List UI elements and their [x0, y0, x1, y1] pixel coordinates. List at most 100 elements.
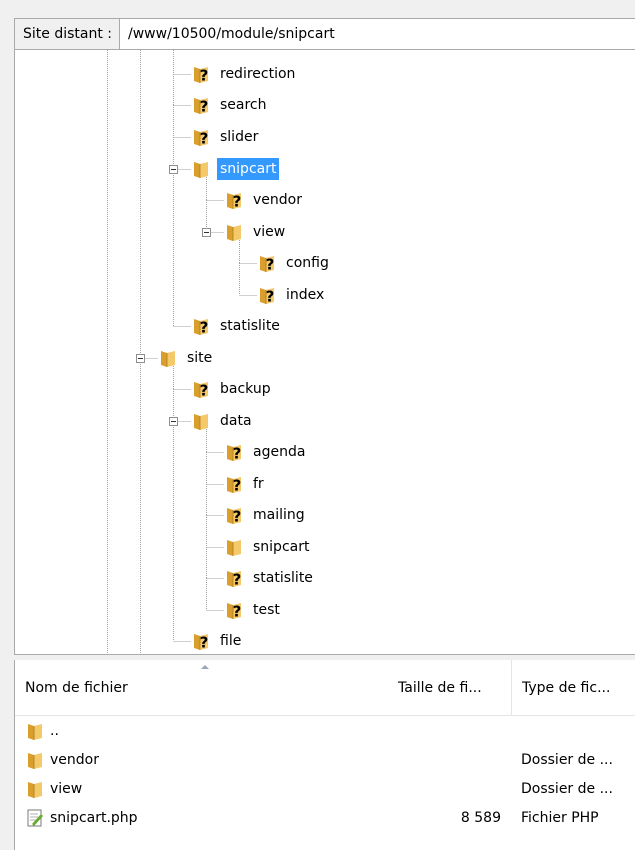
tree-node-label: snipcart: [253, 539, 310, 555]
svg-text:?: ?: [200, 634, 209, 652]
remote-file-list[interactable]: Nom de fichier Taille de fi... Type de f…: [14, 660, 635, 850]
tree-node-vendor[interactable]: ? vendor: [224, 188, 305, 212]
tree-node-snipcart[interactable]: snipcart: [191, 157, 280, 181]
tree-node-label: slider: [220, 129, 259, 145]
question-folder-icon: ?: [191, 95, 211, 116]
file-row[interactable]: vendor Dossier de ...: [15, 745, 635, 775]
file-type: Dossier de ...: [521, 781, 613, 797]
file-name: vendor: [50, 752, 99, 768]
svg-text:?: ?: [233, 193, 242, 211]
tree-node-statislite[interactable]: ? statislite: [224, 566, 316, 590]
remote-site-label: Site distant :: [15, 19, 120, 49]
svg-text:?: ?: [233, 508, 242, 526]
file-name-cell: ..: [25, 716, 385, 746]
question-folder-icon: ?: [224, 600, 244, 621]
svg-text:?: ?: [200, 319, 209, 337]
collapse-toggle-icon[interactable]: [169, 417, 178, 426]
tree-node-site[interactable]: site: [158, 346, 215, 370]
file-size: [388, 745, 501, 775]
file-type: Fichier PHP: [521, 810, 599, 826]
tree-node-slider[interactable]: ? slider: [191, 125, 261, 149]
collapse-toggle-icon[interactable]: [202, 228, 211, 237]
question-folder-icon: ?: [224, 190, 244, 211]
svg-text:?: ?: [200, 98, 209, 116]
tree-node-label: config: [286, 255, 329, 271]
tree-node-index[interactable]: ? index: [257, 283, 327, 307]
question-folder-icon: ?: [191, 631, 211, 652]
tree-node-redirection[interactable]: ? redirection: [191, 62, 298, 86]
svg-text:?: ?: [233, 445, 242, 463]
tree-node-label: data: [220, 413, 252, 429]
file-name-cell: vendor: [25, 745, 385, 775]
file-name-cell: snipcart.php: [25, 803, 385, 833]
php-file-icon: [25, 808, 45, 828]
tree-node-label: redirection: [220, 66, 296, 82]
question-folder-icon: ?: [191, 127, 211, 148]
remote-directory-tree[interactable]: ? redirection ? search? slider snipcart ? vendo…: [14, 50, 635, 654]
tree-node-agenda[interactable]: ? agenda: [224, 440, 308, 464]
tree-node-config[interactable]: ? config: [257, 251, 332, 275]
question-folder-icon: ?: [257, 253, 277, 274]
tree-node-label: site: [187, 350, 213, 366]
tree-node-search[interactable]: ? search: [191, 93, 270, 117]
file-type: Dossier de ...: [521, 752, 613, 768]
tree-node-label: statislite: [220, 318, 280, 334]
svg-text:?: ?: [200, 67, 209, 85]
folder-icon: [25, 779, 45, 799]
sort-ascending-icon: [201, 665, 209, 669]
tree-connector-lines: [107, 50, 257, 654]
question-folder-icon: ?: [224, 505, 244, 526]
tree-node-label: statislite: [253, 570, 313, 586]
file-size: [388, 716, 501, 746]
tree-node-label: fr: [253, 476, 264, 492]
tree-node-data[interactable]: data: [191, 409, 255, 433]
file-name: view: [50, 781, 83, 797]
collapse-toggle-icon[interactable]: [136, 354, 145, 363]
folder-icon: [224, 222, 244, 242]
svg-text:?: ?: [233, 477, 242, 495]
file-list-header: Nom de fichier Taille de fi... Type de f…: [15, 660, 635, 716]
tree-node-view[interactable]: view: [224, 220, 288, 244]
folder-icon: [158, 348, 178, 368]
file-name: ..: [50, 723, 59, 739]
question-folder-icon: ?: [224, 442, 244, 463]
tree-node-label: view: [253, 224, 286, 240]
folder-icon: [191, 159, 211, 179]
tree-node-label: test: [253, 602, 280, 618]
tree-node-backup[interactable]: ? backup: [191, 377, 274, 401]
question-folder-icon: ?: [224, 568, 244, 589]
file-row[interactable]: snipcart.php 8 589 Fichier PHP: [15, 803, 635, 833]
column-header-filename-label: Nom de fichier: [25, 680, 128, 696]
svg-text:?: ?: [233, 571, 242, 589]
tree-node-fr[interactable]: ? fr: [224, 472, 267, 496]
tree-node-statislite[interactable]: ? statislite: [191, 314, 283, 338]
tree-node-label: agenda: [253, 444, 306, 460]
file-type: [521, 716, 635, 746]
tree-node-file[interactable]: ? file: [191, 629, 244, 653]
tree-node-label: index: [286, 287, 325, 303]
svg-text:?: ?: [266, 288, 275, 306]
tree-node-label: backup: [220, 381, 271, 397]
file-row[interactable]: ..: [15, 716, 635, 746]
svg-text:?: ?: [200, 130, 209, 148]
tree-node-label: snipcart: [217, 158, 280, 180]
tree-node-test[interactable]: ? test: [224, 598, 283, 622]
remote-path-input[interactable]: [120, 22, 635, 46]
column-header-filesize-label: Taille de fi...: [398, 680, 482, 696]
question-folder-icon: ?: [191, 64, 211, 85]
svg-text:?: ?: [200, 382, 209, 400]
question-folder-icon: ?: [191, 316, 211, 337]
tree-node-label: file: [220, 633, 242, 649]
folder-icon: [25, 750, 45, 770]
question-folder-icon: ?: [191, 379, 211, 400]
tree-node-mailing[interactable]: ? mailing: [224, 503, 308, 527]
collapse-toggle-icon[interactable]: [169, 165, 178, 174]
column-header-filetype[interactable]: Type de fic...: [511, 660, 635, 716]
column-header-filesize[interactable]: Taille de fi...: [388, 660, 511, 716]
svg-text:?: ?: [233, 603, 242, 621]
file-row[interactable]: view Dossier de ...: [15, 774, 635, 804]
folder-icon: [25, 721, 45, 741]
tree-node-label: mailing: [253, 507, 305, 523]
tree-node-snipcart[interactable]: snipcart: [224, 535, 312, 559]
file-size: [388, 774, 501, 804]
